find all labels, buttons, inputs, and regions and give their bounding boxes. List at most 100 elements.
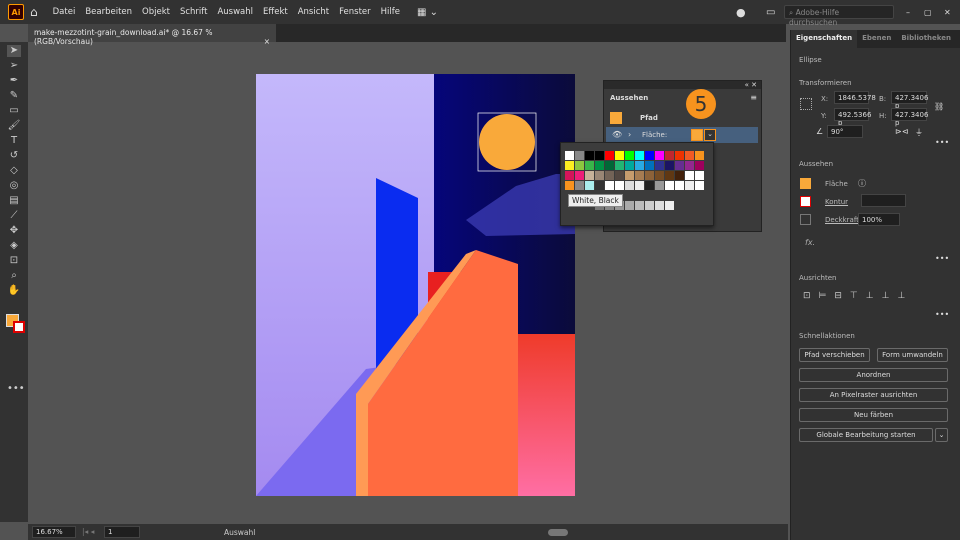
height-field[interactable]: 427.3406 p — [891, 108, 928, 127]
menu-schrift[interactable]: Schrift — [175, 7, 213, 17]
rectangle-tool[interactable]: ▭ — [7, 105, 21, 117]
appearance-panel-tab[interactable]: Aussehen — [606, 90, 648, 105]
color-swatch[interactable] — [655, 181, 664, 190]
color-swatch[interactable] — [635, 181, 644, 190]
menu-fenster[interactable]: Fenster — [334, 7, 376, 17]
fill-color-swatch[interactable] — [691, 129, 703, 141]
constrain-link-icon[interactable]: ⛓ — [934, 102, 944, 111]
color-swatch[interactable] — [615, 151, 624, 160]
expand-chevron-icon[interactable]: › — [628, 130, 631, 139]
color-swatch[interactable] — [605, 151, 614, 160]
menu-hilfe[interactable]: Hilfe — [376, 7, 405, 17]
color-swatch[interactable] — [665, 171, 674, 180]
color-swatch[interactable] — [585, 151, 594, 160]
artboard-tool[interactable]: ⊡ — [7, 255, 21, 267]
color-swatch[interactable] — [565, 181, 574, 190]
gray-swatch[interactable] — [665, 201, 674, 210]
close-tab-icon[interactable]: × — [264, 37, 270, 46]
tab-ebenen[interactable]: Ebenen — [857, 30, 896, 48]
workspace-layout-icon[interactable]: ▦ ⌄ — [417, 7, 438, 18]
color-swatch[interactable] — [645, 151, 654, 160]
more-appearance-icon[interactable]: ••• — [935, 254, 949, 263]
color-swatch[interactable] — [565, 171, 574, 180]
user-icon[interactable]: ● — [736, 6, 746, 19]
y-field[interactable]: 492.5366 p — [834, 108, 871, 127]
neu-faerben-button[interactable]: Neu färben — [799, 408, 948, 422]
color-swatch[interactable] — [565, 151, 574, 160]
color-swatch[interactable] — [675, 161, 684, 170]
width-field[interactable]: 427.3406 p — [891, 91, 928, 110]
arrange-icon[interactable]: ▭ — [766, 7, 775, 18]
color-swatch[interactable] — [665, 151, 674, 160]
blend-tool[interactable]: ◈ — [7, 240, 21, 252]
fill-swatch-properties[interactable] — [800, 178, 811, 189]
close-window-button[interactable]: ✕ — [944, 8, 951, 17]
home-icon[interactable]: ⌂ — [30, 5, 38, 19]
brush-tool[interactable]: 🖌 — [7, 120, 21, 132]
panel-close-icon[interactable]: « ✕ — [604, 81, 761, 89]
stroke-swatch[interactable] — [13, 321, 25, 333]
zoom-tool[interactable]: ⌕ — [7, 270, 21, 282]
color-swatch[interactable] — [675, 181, 684, 190]
color-swatch[interactable] — [625, 181, 634, 190]
swatch-grid[interactable] — [561, 143, 711, 223]
maximize-button[interactable]: ▢ — [924, 8, 932, 17]
menu-bearbeiten[interactable]: Bearbeiten — [80, 7, 137, 17]
rotate-tool[interactable]: ↺ — [7, 150, 21, 162]
visibility-eye-icon[interactable]: 👁 — [612, 130, 622, 139]
gray-swatch[interactable] — [635, 201, 644, 210]
more-tools-icon[interactable]: ••• — [7, 383, 25, 395]
menu-ansicht[interactable]: Ansicht — [293, 7, 334, 17]
artboard[interactable] — [256, 74, 575, 496]
color-swatch[interactable] — [625, 171, 634, 180]
color-swatch[interactable] — [585, 171, 594, 180]
color-swatch[interactable] — [635, 161, 644, 170]
color-swatch[interactable] — [635, 171, 644, 180]
color-swatch[interactable] — [675, 151, 684, 160]
minimize-button[interactable]: – — [906, 8, 910, 17]
color-swatch[interactable] — [665, 161, 674, 170]
gray-swatch[interactable] — [655, 201, 664, 210]
menu-auswahl[interactable]: Auswahl — [212, 7, 258, 17]
color-swatch[interactable] — [695, 171, 704, 180]
reference-point-icon[interactable] — [800, 98, 812, 110]
flip-vertical-icon[interactable]: ⏚ — [915, 127, 923, 138]
gradient-tool[interactable]: ▤ — [7, 195, 21, 207]
stroke-swatch-properties[interactable] — [800, 196, 811, 207]
menu-effekt[interactable]: Effekt — [258, 7, 293, 17]
flip-horizontal-icon[interactable]: ⊳⊲ — [895, 127, 908, 136]
color-swatch[interactable] — [695, 151, 704, 160]
help-search-input[interactable]: ⌕ Adobe-Hilfe durchsuchen — [784, 5, 894, 27]
document-tab[interactable]: make-mezzotint-grain_download.ai* @ 16.6… — [28, 24, 276, 46]
page-field[interactable]: 1 — [104, 526, 140, 538]
panel-menu-icon[interactable]: ≡ — [750, 93, 757, 102]
color-swatch[interactable] — [625, 151, 634, 160]
hand-tool[interactable]: ✋ — [7, 285, 21, 297]
color-swatch[interactable] — [575, 151, 584, 160]
eyedropper-tool[interactable]: ⟋ — [7, 210, 21, 222]
color-swatch[interactable] — [675, 171, 684, 180]
anordnen-button[interactable]: Anordnen — [799, 368, 948, 382]
color-swatch[interactable] — [605, 171, 614, 180]
color-swatch[interactable] — [695, 161, 704, 170]
color-swatch[interactable] — [565, 161, 574, 170]
color-swatch[interactable] — [605, 161, 614, 170]
color-swatch[interactable] — [615, 161, 624, 170]
color-swatch[interactable] — [635, 151, 644, 160]
x-field[interactable]: 1846.5378 — [834, 91, 876, 104]
color-swatch[interactable] — [655, 171, 664, 180]
form-umwandeln-button[interactable]: Form umwandeln — [877, 348, 948, 362]
color-swatch[interactable] — [615, 171, 624, 180]
more-options-icon[interactable]: ••• — [935, 138, 949, 147]
globale-bearbeitung-dropdown[interactable]: ⌄ — [935, 428, 948, 442]
pen-tool[interactable]: ✒ — [7, 75, 21, 87]
opacity-field[interactable]: 100% — [858, 213, 900, 226]
color-swatch[interactable] — [575, 161, 584, 170]
color-swatch[interactable] — [595, 171, 604, 180]
puppet-warp-tool[interactable]: ✥ — [7, 225, 21, 237]
status-tool[interactable]: Auswahl — [224, 528, 255, 537]
color-swatch[interactable] — [685, 151, 694, 160]
color-swatch[interactable] — [685, 161, 694, 170]
selection-tool[interactable]: ➤ — [7, 45, 21, 57]
info-icon[interactable]: ⓘ — [858, 178, 866, 189]
